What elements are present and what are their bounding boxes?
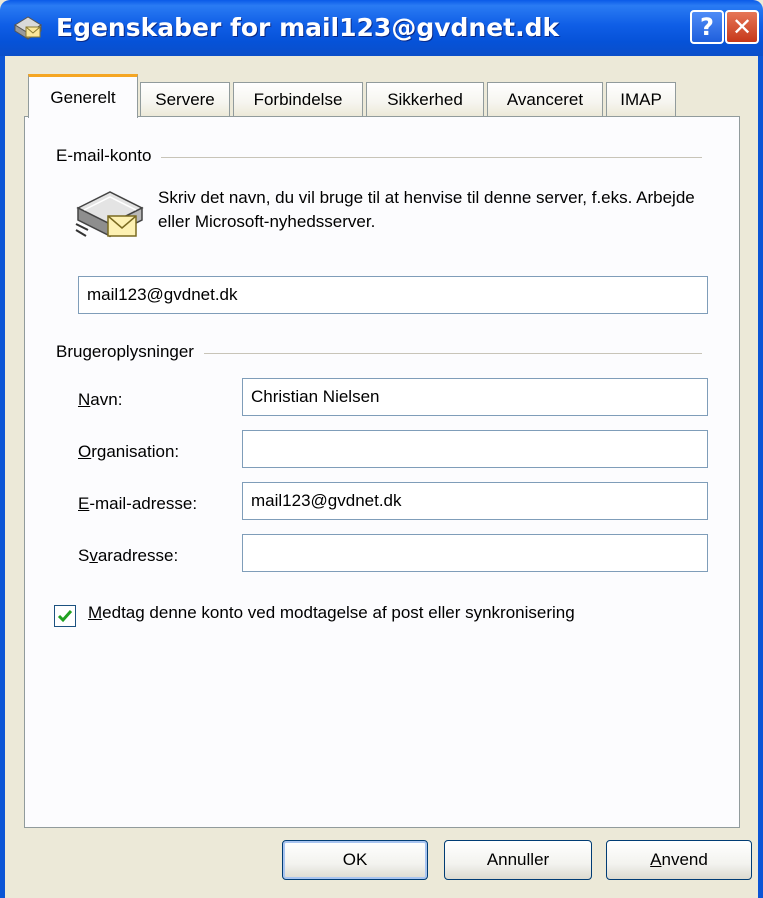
apply-label-text: nvend [661,850,708,869]
include-label-accesskey: M [88,603,103,622]
email-address-label: E-mail-adresse: [78,494,197,514]
help-button[interactable]: ? [690,10,724,44]
include-account-checkbox[interactable] [54,605,76,627]
checkmark-icon [57,610,73,623]
cancel-button[interactable]: Annuller [444,840,592,880]
apply-accesskey: A [650,850,662,869]
email-account-group-label: E-mail-konto [56,146,162,166]
tab-forbindelse[interactable]: Forbindelse [233,82,363,116]
window-border-left [0,56,5,898]
tab-imap[interactable]: IMAP [606,82,676,116]
reply-label-prefix: S [78,546,90,565]
reply-address-input[interactable] [242,534,708,572]
tab-generelt[interactable]: Generelt [28,74,138,118]
window-title: Egenskaber for mail123@gvdnet.dk [56,13,560,42]
organization-input[interactable] [242,430,708,468]
organization-label: Organisation: [78,442,179,462]
window-border-right [758,56,763,898]
account-description: Skriv det navn, du vil bruge til at henv… [158,188,695,231]
mail-server-icon [75,191,144,238]
tab-sikkerhed[interactable]: Sikkerhed [366,82,484,116]
account-icon [14,16,42,40]
name-input[interactable]: Christian Nielsen [242,378,708,416]
name-label-text: avn: [90,390,123,409]
organization-label-accesskey: O [78,442,92,461]
name-label: Navn: [78,390,122,410]
email-address-input[interactable]: mail123@gvdnet.dk [242,482,708,520]
close-button[interactable]: ✕ [725,10,759,44]
tab-servere[interactable]: Servere [140,82,230,116]
reply-label-accesskey: v [89,546,98,565]
apply-button[interactable]: Anvend [606,840,752,880]
reply-address-label: Svaradresse: [78,546,178,566]
include-label-text: edtag denne konto ved modtagelse af post… [102,603,575,622]
organization-label-text: rganisation: [91,442,180,461]
user-info-group-label: Brugeroplysninger [56,342,204,362]
account-name-input[interactable]: mail123@gvdnet.dk [78,276,708,314]
tab-avanceret[interactable]: Avanceret [487,82,603,116]
reply-label-text: aradresse: [97,546,179,565]
include-account-label[interactable]: Medtag denne konto ved modtagelse af pos… [88,603,575,623]
properties-dialog: Egenskaber for mail123@gvdnet.dk ? ✕ Gen… [0,0,763,898]
title-bar[interactable]: Egenskaber for mail123@gvdnet.dk ? ✕ [0,0,763,56]
email-label-accesskey: E [78,494,90,513]
name-label-accesskey: N [78,390,91,409]
ok-button[interactable]: OK [282,840,428,880]
email-label-text: -mail-adresse: [89,494,198,513]
